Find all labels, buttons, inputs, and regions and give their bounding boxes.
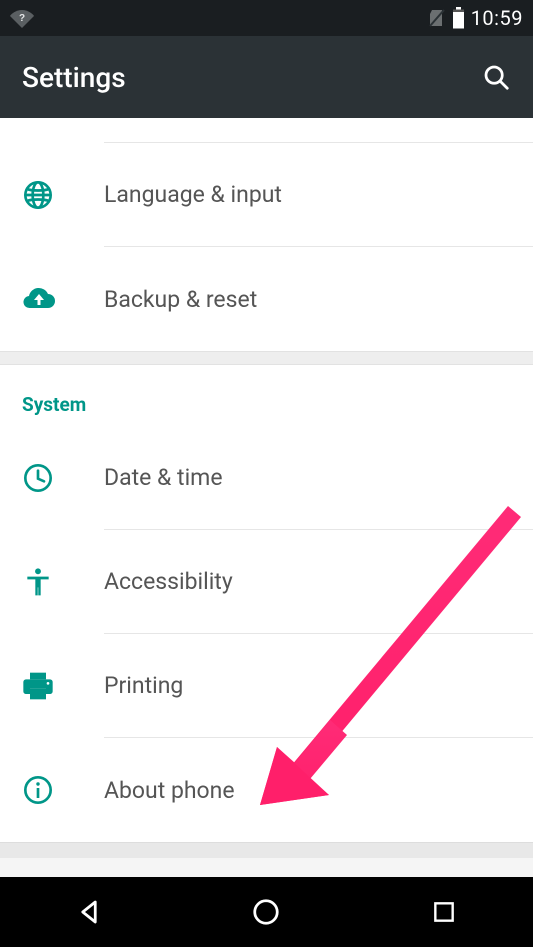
status-bar: ? 10:59 [0,0,533,36]
nav-back[interactable] [67,890,111,934]
nav-recent[interactable] [422,890,466,934]
appbar: Settings [0,36,533,118]
battery-icon [452,7,465,29]
nav-bar [0,877,533,947]
svg-text:?: ? [19,13,25,24]
clock: 10:59 [471,6,523,30]
row-language-input[interactable]: Language & input [0,143,533,247]
row-label: About phone [104,738,533,842]
section-divider [0,351,533,365]
nav-home[interactable] [244,890,288,934]
cloud-upload-icon [22,286,56,312]
row-label: Printing [104,634,533,738]
globe-icon [22,179,54,211]
settings-section-personal: Language & input Backup & reset [0,118,533,351]
row-about-phone[interactable]: About phone [0,738,533,842]
row-label: Accessibility [104,530,533,634]
row-label: Language & input [104,143,533,247]
clock-icon [22,462,54,494]
search-icon[interactable] [481,62,511,92]
accessibility-icon [22,566,54,598]
info-icon [22,774,54,806]
no-sim-icon [428,8,446,28]
section-header: System [0,365,533,426]
row-printing[interactable]: Printing [0,634,533,738]
row-accessibility[interactable]: Accessibility [0,530,533,634]
wifi-question-icon: ? [10,8,34,28]
row-label: Date & time [104,426,533,530]
row-date-time[interactable]: Date & time [0,426,533,530]
row-backup-reset[interactable]: Backup & reset [0,247,533,351]
printer-icon [22,671,54,701]
settings-section-system: System Date & time Accessibility [0,365,533,842]
row-label: Backup & reset [104,247,533,351]
bottom-spacer [0,842,533,858]
page-title: Settings [22,61,126,94]
